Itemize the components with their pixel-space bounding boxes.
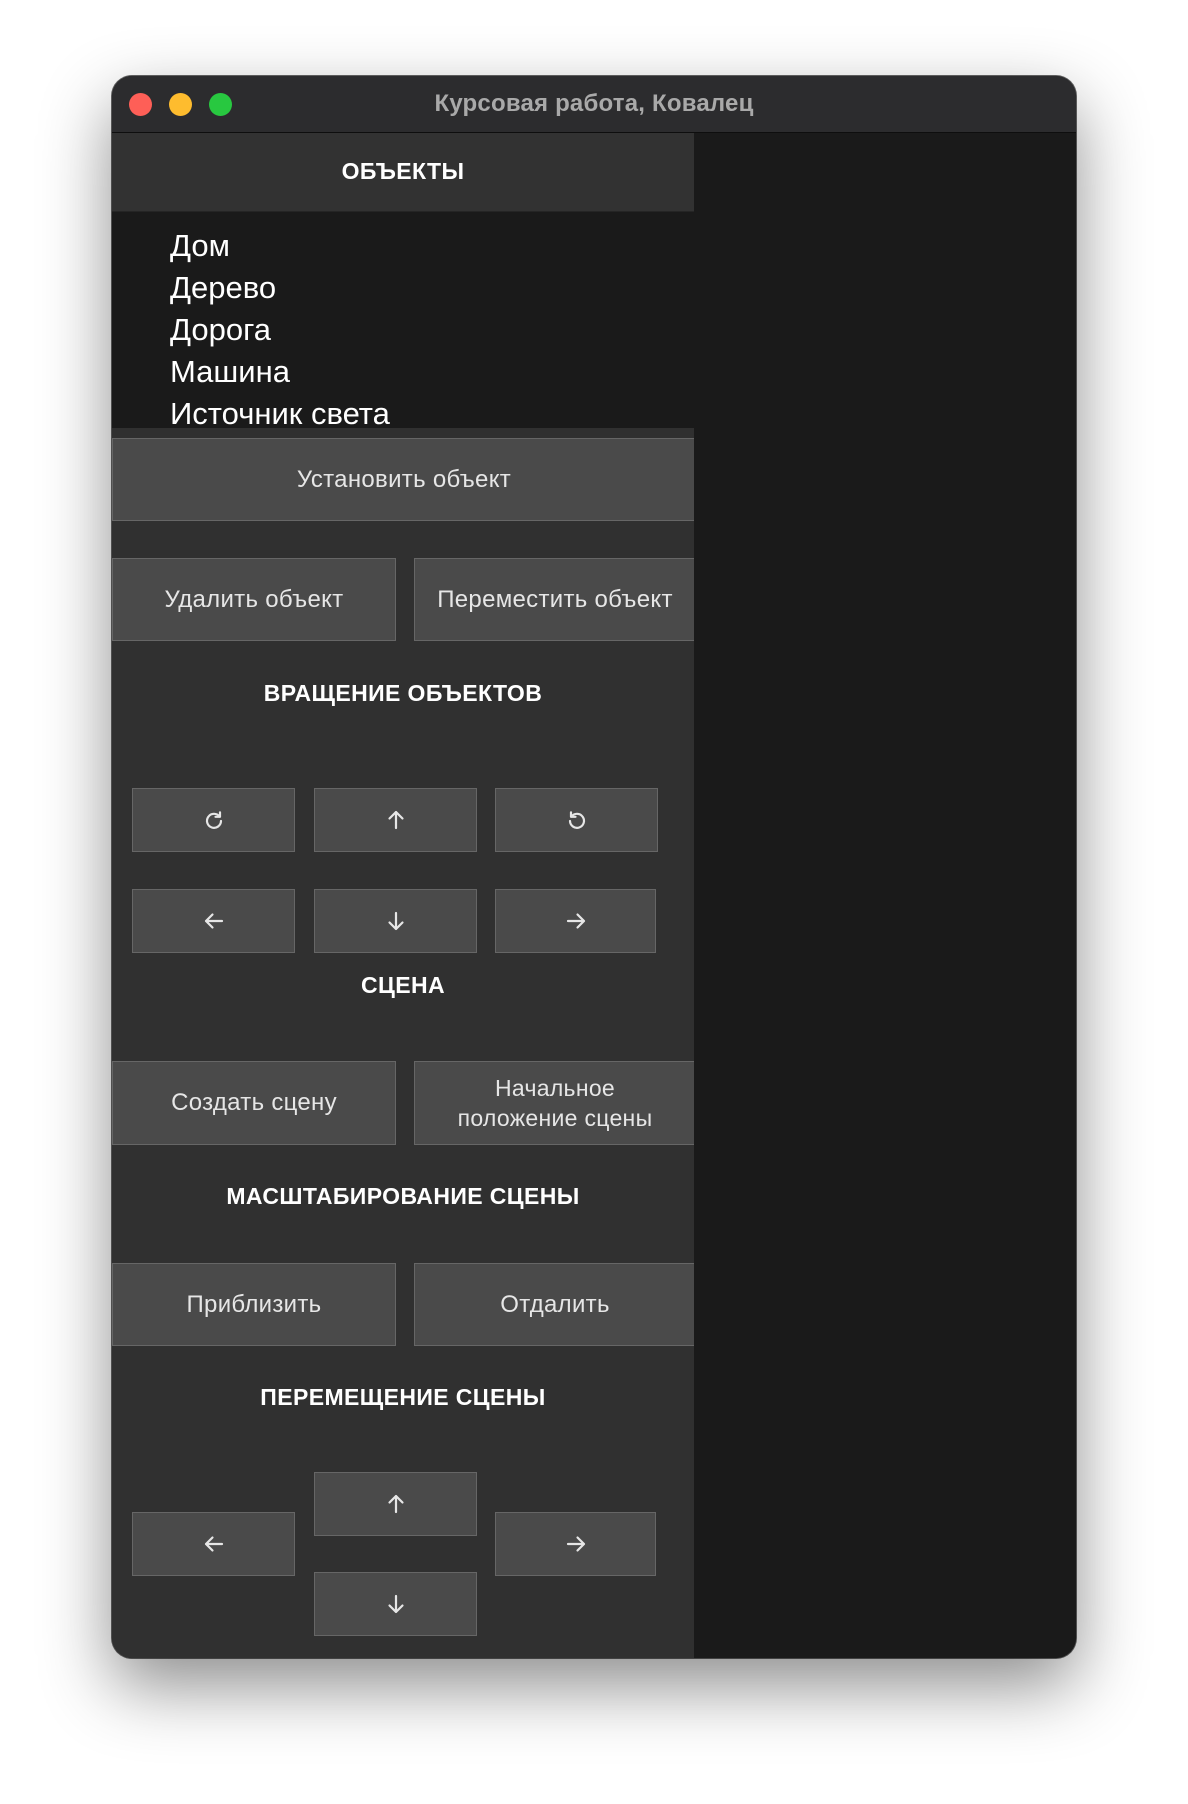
arrow-left-icon	[204, 913, 223, 929]
delete-object-button[interactable]: Удалить объект	[112, 558, 396, 641]
arrow-left-icon	[204, 1536, 223, 1552]
rotate-counterclockwise-icon	[568, 811, 585, 829]
list-item-road[interactable]: Дорога	[170, 310, 271, 350]
rotate-clockwise-icon	[205, 811, 222, 829]
objects-header: ОБЪЕКТЫ	[112, 133, 694, 212]
rotate-down-button[interactable]	[314, 889, 477, 953]
scaling-heading: МАСШТАБИРОВАНИЕ СЦЕНЫ	[226, 1183, 580, 1209]
list-item-house[interactable]: Дом	[170, 226, 230, 266]
arrow-right-icon	[566, 1536, 585, 1552]
pan-right-button[interactable]	[495, 1512, 656, 1576]
scene-heading: СЦЕНА	[361, 972, 445, 998]
create-scene-button[interactable]: Создать сцену	[112, 1061, 396, 1145]
arrow-right-icon	[566, 913, 585, 929]
list-item-tree[interactable]: Дерево	[170, 268, 276, 308]
rotate-clockwise-button[interactable]	[132, 788, 295, 852]
zoom-in-button[interactable]: Приблизить	[112, 1263, 396, 1346]
arrow-down-icon	[387, 1594, 404, 1614]
rotate-left-button[interactable]	[132, 889, 295, 953]
pan-down-button[interactable]	[314, 1572, 477, 1636]
objects-heading: ОБЪЕКТЫ	[341, 158, 465, 184]
list-item-car[interactable]: Машина	[170, 352, 290, 392]
pan-up-button[interactable]	[314, 1472, 477, 1536]
reset-scene-button[interactable]: Начальное положение сцены	[414, 1061, 696, 1145]
control-panel: ОБЪЕКТЫ Дом Дерево Дорога Машина Источни…	[112, 133, 696, 1658]
arrow-up-icon	[387, 1494, 404, 1514]
scene-canvas[interactable]	[694, 133, 1076, 1658]
app-window: Курсовая работа, Ковалец ОБЪЕКТЫ Дом Дер…	[112, 76, 1076, 1658]
title-bar[interactable]: Курсовая работа, Ковалец	[112, 76, 1076, 133]
reset-scene-label-line2: положение сцены	[457, 1105, 653, 1131]
panning-heading: ПЕРЕМЕЩЕНИЕ СЦЕНЫ	[260, 1384, 546, 1410]
list-item-light-source[interactable]: Источник света	[170, 394, 390, 434]
rotate-right-button[interactable]	[495, 889, 656, 953]
reset-scene-label-line1: Начальное	[494, 1075, 616, 1101]
object-list[interactable]: Дом Дерево Дорога Машина Источник света	[112, 212, 694, 431]
window-title: Курсовая работа, Ковалец	[434, 90, 754, 117]
install-object-button[interactable]: Установить объект	[112, 438, 696, 521]
arrow-up-icon	[387, 810, 404, 830]
rotate-up-button[interactable]	[314, 788, 477, 852]
zoom-out-button[interactable]: Отдалить	[414, 1263, 696, 1346]
rotation-heading: ВРАЩЕНИЕ ОБЪЕКТОВ	[263, 680, 543, 706]
pan-left-button[interactable]	[132, 1512, 295, 1576]
arrow-down-icon	[387, 911, 404, 931]
move-object-button[interactable]: Переместить объект	[414, 558, 696, 641]
rotate-counterclockwise-button[interactable]	[495, 788, 658, 852]
